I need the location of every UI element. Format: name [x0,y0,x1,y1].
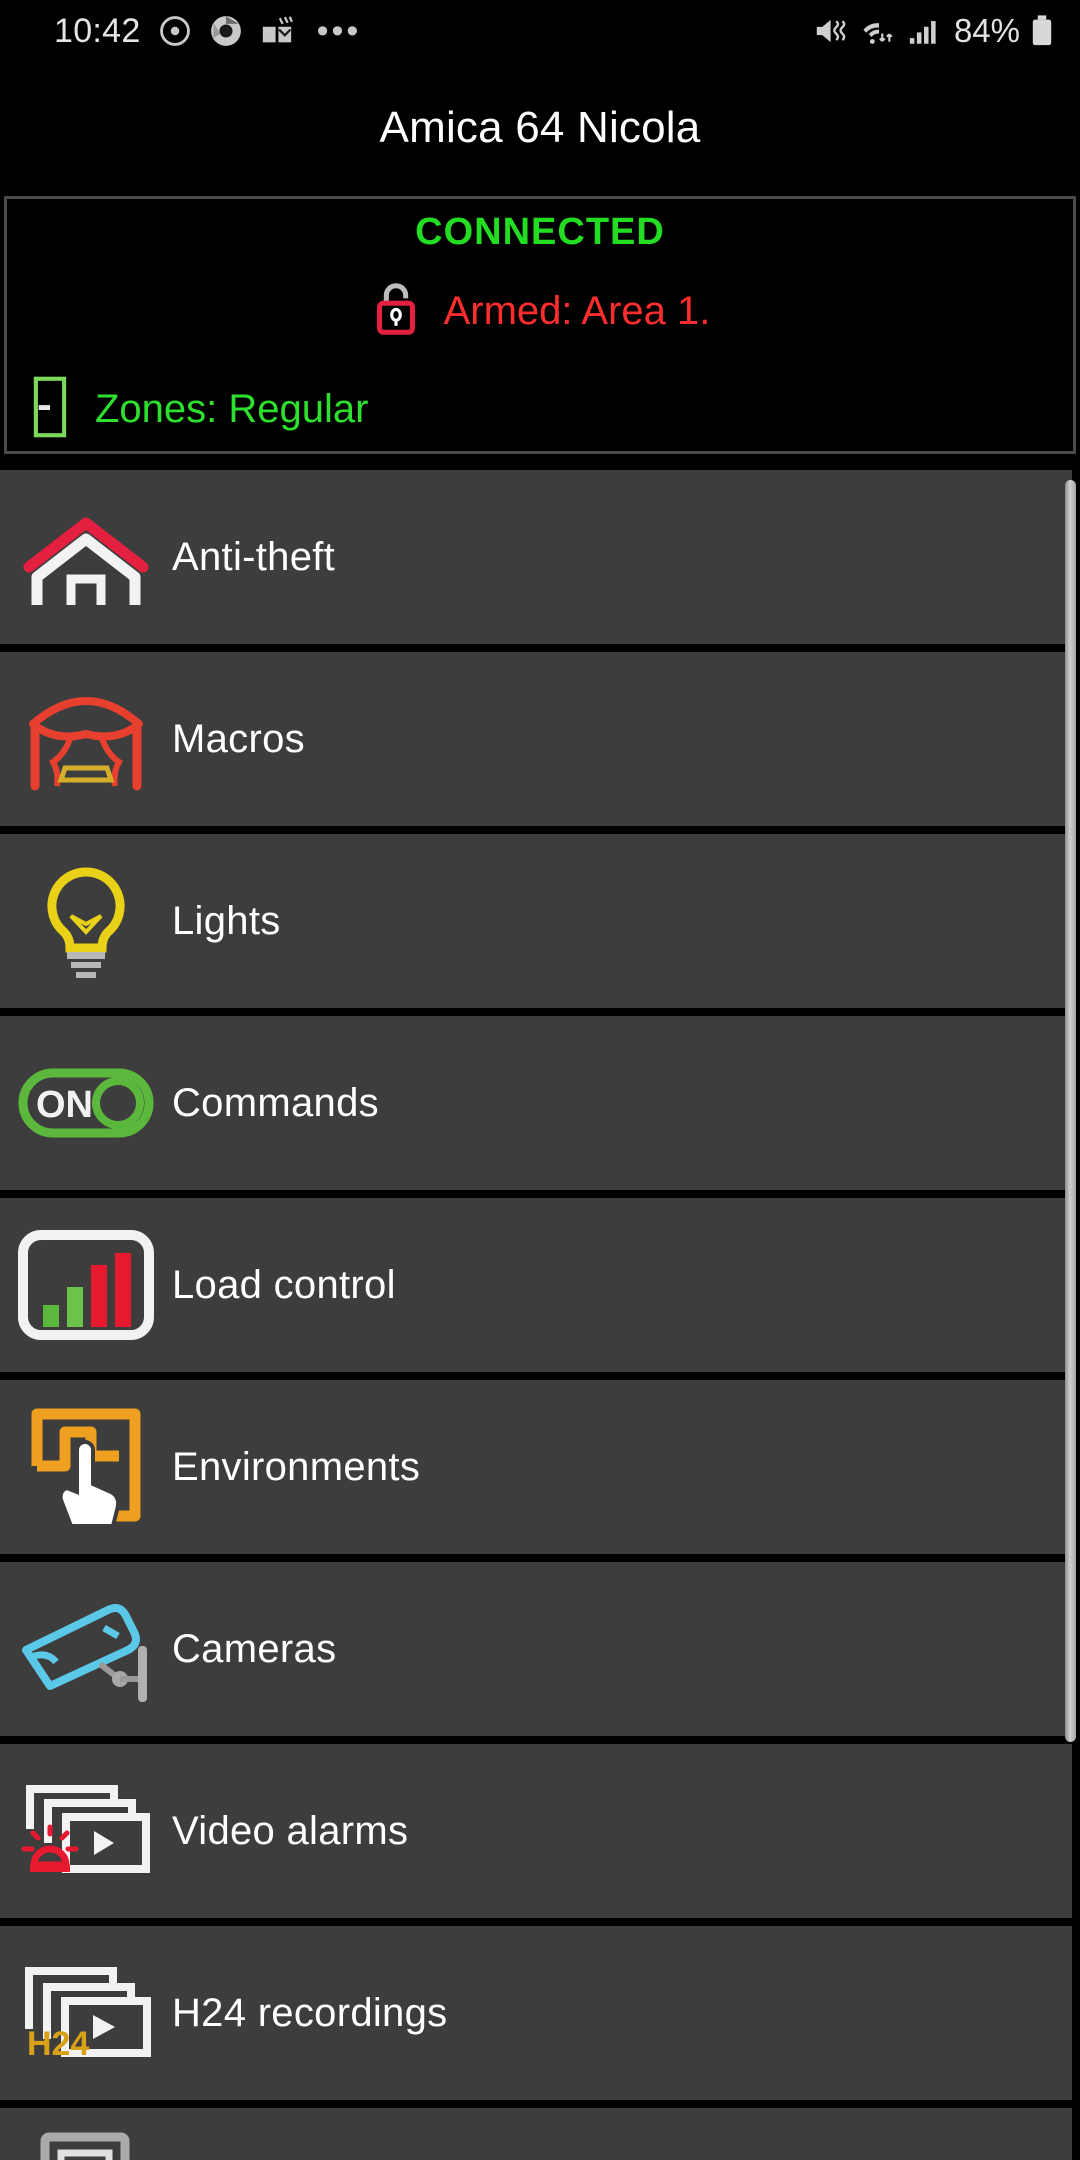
menu-item-label: H24 recordings [172,1990,448,2035]
zones-status-label: Zones: Regular [95,387,369,431]
house-roof-icon [0,470,172,644]
app-title-bar: Amica 64 Nicola [0,62,1080,194]
menu-item-label: Lights [172,898,281,943]
menu-item-lights[interactable]: Lights [0,834,1072,1008]
padlock-icon [370,278,422,345]
menu-item-label: Commands [172,1080,379,1125]
page-title: Amica 64 Nicola [379,103,701,152]
zones-status-row: Zones: Regular [7,375,1073,444]
status-bar-left: 10:42 ••• [54,12,361,51]
menu-item-macros[interactable]: Macros [0,652,1072,826]
menu-item-videocitofono[interactable]: Videocitofono [0,2108,1072,2160]
menu-item-label: Load control [172,1262,396,1307]
cctv-camera-icon [0,1562,172,1736]
chrome-icon [209,14,243,48]
battery-icon [1030,14,1054,48]
toggle-on-text: ON [36,1084,93,1126]
mute-vibrate-icon [814,14,850,48]
h24-badge-text: H24 [27,2025,89,2063]
menu-item-label: Video alarms [172,1808,409,1853]
wifi-icon [860,14,898,48]
cellular-signal-icon [908,14,940,48]
media-notification-icon [260,14,294,48]
video-siren-icon [0,1744,172,1918]
connection-status-label: CONNECTED [415,211,665,253]
armed-status-label: Armed: Area 1. [443,289,711,333]
lightbulb-icon [0,834,172,1008]
menu-item-label: Macros [172,716,305,761]
menu-item-h24-recordings[interactable]: H24 H24 recordings [0,1926,1072,2100]
list-scrollbar[interactable] [1065,480,1076,1742]
menu-item-anti-theft[interactable]: Anti-theft [0,470,1072,644]
menu-item-commands[interactable]: ON Commands [0,1016,1072,1190]
battery-percent-label: 84% [953,12,1020,49]
armed-status-row: Armed: Area 1. [7,278,1073,345]
toggle-on-icon: ON [0,1016,172,1190]
bar-chart-icon [0,1198,172,1372]
door-zone-icon [29,375,71,444]
menu-item-label: Anti-theft [172,534,336,579]
system-status-panel: CONNECTED Armed: Area 1. Zones: Regular [4,196,1076,454]
intercom-icon [0,2108,172,2160]
status-bar-right: 84% [814,12,1054,50]
status-bar: 10:42 ••• 84% [0,0,1080,62]
menu-item-environments[interactable]: Environments [0,1380,1072,1554]
menu-item-cameras[interactable]: Cameras [0,1562,1072,1736]
menu-item-label: Environments [172,1444,421,1489]
menu-item-load-control[interactable]: Load control [0,1198,1072,1372]
video-h24-icon: H24 [0,1926,172,2100]
menu-item-label: Cameras [172,1626,337,1671]
clock-time: 10:42 [54,11,141,50]
menu-item-video-alarms[interactable]: Video alarms [0,1744,1072,1918]
target-icon [158,14,192,48]
floorplan-hand-icon [0,1380,172,1554]
more-notifications-dots: ••• [316,12,362,50]
phone-screen: 10:42 ••• 84% Amica 64 Nicola CONNECTED … [0,0,1080,2160]
main-menu-list[interactable]: Anti-theft Macros Lights ON Commands Loa… [0,470,1080,2160]
stage-curtain-icon [0,652,172,826]
